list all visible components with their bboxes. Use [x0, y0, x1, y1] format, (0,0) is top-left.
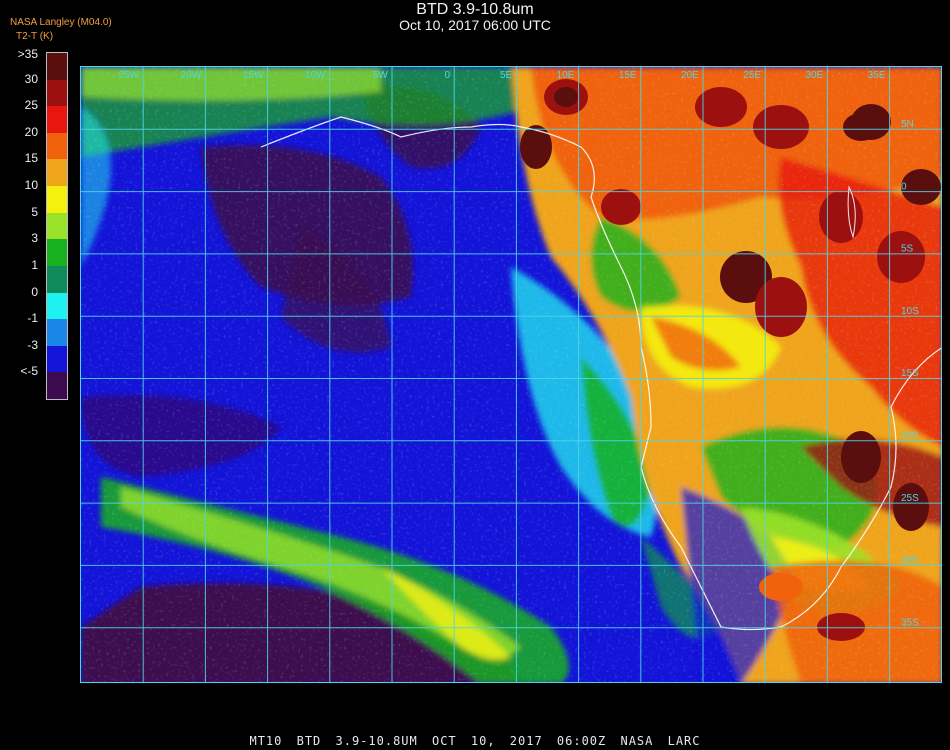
unit-label: T2-T (K) — [16, 31, 54, 42]
legend-label: 30 — [24, 71, 38, 86]
legend-swatch — [47, 132, 67, 160]
image-title: BTD 3.9-10.8um — [416, 1, 534, 18]
legend-label: 1 — [31, 257, 38, 272]
legend-swatch — [47, 265, 67, 293]
legend-colorbar — [46, 52, 68, 400]
legend-swatch — [47, 372, 67, 400]
legend-swatch — [47, 53, 67, 80]
longitude-label: 35E — [868, 70, 886, 81]
satellite-map[interactable]: 25W 20W 15W 10W 5W 0 5E 10E 15E 20E 25E 30E 35E 5N 0 5S… — [80, 66, 942, 683]
longitude-label: 25E — [743, 70, 761, 81]
footer-caption: MT10 BTD 3.9-10.8UM OCT 10, 2017 06:00Z … — [249, 734, 701, 748]
color-legend: >35 30 25 20 15 10 5 3 1 0 -1 -3 <-5 — [6, 46, 68, 406]
latitude-label: 25S — [901, 493, 919, 504]
legend-label: 20 — [24, 124, 38, 139]
speckle-overlay — [81, 67, 941, 682]
legend-label: >35 — [17, 47, 38, 61]
legend-swatch — [47, 159, 67, 187]
longitude-label: 5W — [373, 70, 389, 81]
longitude-label: 10W — [305, 70, 326, 81]
longitude-label: 15W — [243, 70, 264, 81]
legend-swatch — [47, 319, 67, 347]
longitude-label: 20E — [681, 70, 699, 81]
legend-swatch — [47, 79, 67, 107]
image-timestamp: Oct 10, 2017 06:00 UTC — [399, 17, 551, 33]
legend-swatch — [47, 292, 67, 320]
latitude-label: 15S — [901, 368, 919, 379]
legend-label: 10 — [24, 178, 38, 193]
latitude-label: 30S — [901, 555, 919, 566]
latitude-label: 35S — [901, 617, 919, 628]
latitude-label: 20S — [901, 431, 919, 442]
latitude-label: 5S — [901, 244, 914, 255]
legend-swatch — [47, 106, 67, 134]
legend-label: 15 — [24, 151, 38, 166]
legend-swatch — [47, 345, 67, 373]
latitude-label: 10S — [901, 306, 919, 317]
longitude-label: 20W — [181, 70, 202, 81]
longitude-label: 5E — [500, 70, 513, 81]
legend-label: -3 — [27, 337, 38, 352]
legend-label: 0 — [31, 284, 38, 299]
latitude-label: 5N — [901, 119, 914, 130]
longitude-label: 30E — [805, 70, 823, 81]
longitude-label: 15E — [619, 70, 637, 81]
longitude-label: 0 — [444, 70, 450, 81]
latitude-label: 0 — [901, 181, 907, 192]
legend-label: 25 — [24, 98, 38, 113]
legend-label: 3 — [31, 231, 38, 246]
btd-map-image: 25W 20W 15W 10W 5W 0 5E 10E 15E 20E 25E 30E 35E 5N 0 5S… — [81, 67, 941, 682]
legend-swatch — [47, 186, 67, 214]
longitude-label: 10E — [557, 70, 575, 81]
legend-swatch — [47, 239, 67, 267]
legend-label: -1 — [27, 311, 38, 326]
longitude-label: 25W — [118, 70, 139, 81]
legend-label: <-5 — [20, 364, 38, 379]
legend-swatch — [47, 212, 67, 240]
legend-label: 5 — [31, 204, 38, 219]
source-label: NASA Langley (M04.0) — [10, 17, 112, 28]
